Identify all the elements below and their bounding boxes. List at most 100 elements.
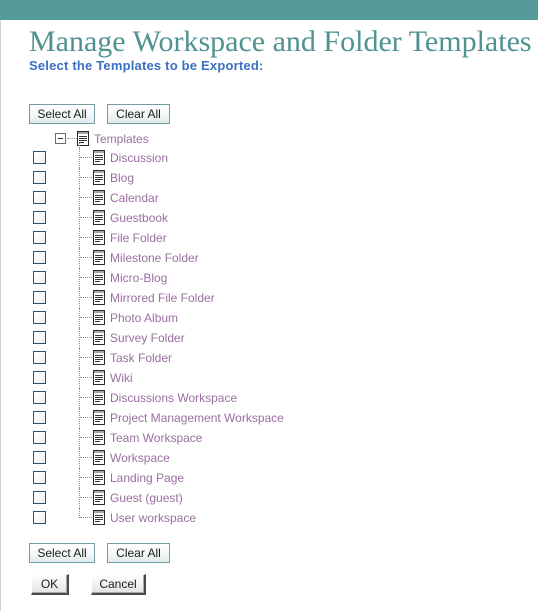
document-icon <box>93 310 105 325</box>
tree-item-label[interactable]: Workspace <box>110 451 170 465</box>
ok-button[interactable]: OK <box>31 574 69 595</box>
minus-box-icon[interactable] <box>55 133 66 144</box>
page-root: Manage Workspace and Folder Templates Se… <box>0 0 538 611</box>
tree-item-row: Blog <box>0 168 538 188</box>
document-icon <box>93 150 105 165</box>
tree-item-label[interactable]: Discussions Workspace <box>110 391 237 405</box>
tree-connector <box>80 517 92 519</box>
template-tree: Templates Discussion Blog Calendar Guestbook… <box>0 130 538 528</box>
template-checkbox[interactable] <box>33 451 46 464</box>
template-checkbox[interactable] <box>33 431 46 444</box>
tree-item-label[interactable]: Landing Page <box>110 471 184 485</box>
tree-item-label[interactable]: Discussion <box>110 151 168 165</box>
document-icon <box>93 370 105 385</box>
tree-item-label[interactable]: Wiki <box>110 371 133 385</box>
clear-all-button-top[interactable]: Clear All <box>107 104 170 124</box>
tree-item-label[interactable]: Mirrored File Folder <box>110 291 215 305</box>
tree-item-row: User workspace <box>0 508 538 528</box>
template-checkbox[interactable] <box>33 391 46 404</box>
document-icon <box>93 350 105 365</box>
tree-item-row: Task Folder <box>0 348 538 368</box>
document-icon <box>93 490 105 505</box>
tree-connector <box>80 317 92 319</box>
tree-connector <box>80 277 92 279</box>
tree-root-label[interactable]: Templates <box>94 132 149 146</box>
tree-root-row: Templates <box>0 130 538 150</box>
tree-connector <box>80 257 92 259</box>
document-icon <box>93 430 105 445</box>
template-checkbox[interactable] <box>33 271 46 284</box>
tree-item-row: Mirrored File Folder <box>0 288 538 308</box>
tree-item-label[interactable]: Micro-Blog <box>110 271 167 285</box>
tree-connector <box>80 197 92 199</box>
tree-item-label[interactable]: File Folder <box>110 231 167 245</box>
tree-item-label[interactable]: Milestone Folder <box>110 251 199 265</box>
document-icon <box>93 290 105 305</box>
tree-connector <box>80 357 92 359</box>
template-checkbox[interactable] <box>33 251 46 264</box>
tree-connector <box>80 397 92 399</box>
tree-item-label[interactable]: Blog <box>110 171 134 185</box>
template-checkbox[interactable] <box>33 471 46 484</box>
tree-item-row: Photo Album <box>0 308 538 328</box>
tree-item-label[interactable]: Project Management Workspace <box>110 411 284 425</box>
tree-connector <box>80 337 92 339</box>
cancel-button[interactable]: Cancel <box>91 574 146 595</box>
document-icon <box>93 210 105 225</box>
tree-item-label[interactable]: Guest (guest) <box>110 491 183 505</box>
tree-item-label[interactable]: Team Workspace <box>110 431 202 445</box>
template-checkbox[interactable] <box>33 191 46 204</box>
tree-connector <box>80 497 92 499</box>
tree-item-label[interactable]: Task Folder <box>110 351 172 365</box>
tree-item-row: Guest (guest) <box>0 488 538 508</box>
tree-item-label[interactable]: Guestbook <box>110 211 168 225</box>
page-title: Manage Workspace and Folder Templates <box>29 25 532 58</box>
tree-item-label[interactable]: Survey Folder <box>110 331 185 345</box>
tree-connector <box>80 457 92 459</box>
select-all-button-bottom[interactable]: Select All <box>29 543 95 563</box>
top-banner <box>0 0 538 20</box>
template-checkbox[interactable] <box>33 291 46 304</box>
template-checkbox[interactable] <box>33 331 46 344</box>
template-checkbox[interactable] <box>33 231 46 244</box>
tree-item-row: Discussion <box>0 148 538 168</box>
tree-item-label[interactable]: Calendar <box>110 191 159 205</box>
tree-item-row: File Folder <box>0 228 538 248</box>
tree-connector <box>80 157 92 159</box>
tree-connector <box>80 377 92 379</box>
tree-connector <box>80 417 92 419</box>
template-checkbox[interactable] <box>33 311 46 324</box>
template-checkbox[interactable] <box>33 411 46 424</box>
tree-connector <box>80 437 92 439</box>
tree-item-row: Discussions Workspace <box>0 388 538 408</box>
tree-item-label[interactable]: User workspace <box>110 511 196 525</box>
tree-connector <box>67 138 77 140</box>
template-checkbox[interactable] <box>33 211 46 224</box>
tree-item-row: Landing Page <box>0 468 538 488</box>
page-subtitle: Select the Templates to be Exported: <box>29 58 264 73</box>
template-checkbox[interactable] <box>33 491 46 504</box>
template-checkbox[interactable] <box>33 511 46 524</box>
document-icon <box>93 410 105 425</box>
document-icon <box>93 390 105 405</box>
tree-connector <box>80 217 92 219</box>
tree-item-row: Survey Folder <box>0 328 538 348</box>
document-icon <box>93 190 105 205</box>
tree-item-row: Calendar <box>0 188 538 208</box>
select-all-button-top[interactable]: Select All <box>29 104 95 124</box>
template-checkbox[interactable] <box>33 151 46 164</box>
tree-item-row: Micro-Blog <box>0 268 538 288</box>
tree-item-label[interactable]: Photo Album <box>110 311 178 325</box>
tree-connector <box>80 237 92 239</box>
document-icon <box>93 270 105 285</box>
template-checkbox[interactable] <box>33 371 46 384</box>
tree-item-row: Guestbook <box>0 208 538 228</box>
clear-all-button-bottom[interactable]: Clear All <box>107 543 170 563</box>
template-checkbox[interactable] <box>33 351 46 364</box>
tree-item-row: Milestone Folder <box>0 248 538 268</box>
tree-item-row: Wiki <box>0 368 538 388</box>
template-checkbox[interactable] <box>33 171 46 184</box>
document-icon <box>93 510 105 525</box>
document-icon <box>93 450 105 465</box>
document-icon <box>93 170 105 185</box>
